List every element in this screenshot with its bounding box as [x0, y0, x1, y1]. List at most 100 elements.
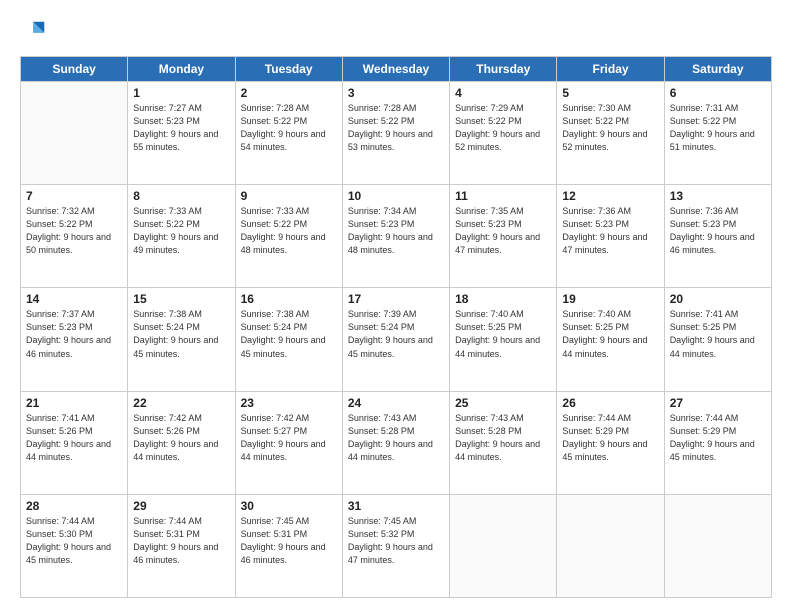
- day-header-wednesday: Wednesday: [342, 57, 449, 82]
- day-number: 11: [455, 189, 551, 203]
- day-number: 1: [133, 86, 229, 100]
- day-cell: 3 Sunrise: 7:28 AM Sunset: 5:22 PM Daylig…: [342, 82, 449, 185]
- cell-info: Sunrise: 7:36 AM Sunset: 5:23 PM Dayligh…: [562, 205, 658, 257]
- day-cell: 22Sunrise: 7:42 AM Sunset: 5:26 PM Dayli…: [128, 391, 235, 494]
- cell-info: Sunrise: 7:29 AM Sunset: 5:22 PM Dayligh…: [455, 102, 551, 154]
- day-cell: 31Sunrise: 7:45 AM Sunset: 5:32 PM Dayli…: [342, 494, 449, 597]
- cell-info: Sunrise: 7:40 AM Sunset: 5:25 PM Dayligh…: [455, 308, 551, 360]
- day-cell: 13 Sunrise: 7:36 AM Sunset: 5:23 PM Dayli…: [664, 185, 771, 288]
- cell-info: Sunrise: 7:33 AM Sunset: 5:22 PM Dayligh…: [133, 205, 229, 257]
- day-number: 23: [241, 396, 337, 410]
- day-number: 28: [26, 499, 122, 513]
- day-number: 20: [670, 292, 766, 306]
- header-row: SundayMondayTuesdayWednesdayThursdayFrid…: [21, 57, 772, 82]
- day-number: 14: [26, 292, 122, 306]
- day-cell: 24 Sunrise: 7:43 AM Sunset: 5:28 PM Dayli…: [342, 391, 449, 494]
- cell-info: Sunrise: 7:44 AM Sunset: 5:29 PM Dayligh…: [562, 412, 658, 464]
- week-row-2: 14Sunrise: 7:37 AM Sunset: 5:23 PM Dayli…: [21, 288, 772, 391]
- cell-info: Sunrise: 7:27 AM Sunset: 5:23 PM Dayligh…: [133, 102, 229, 154]
- day-number: 13: [670, 189, 766, 203]
- day-number: 18: [455, 292, 551, 306]
- day-cell: 4Sunrise: 7:29 AM Sunset: 5:22 PM Daylig…: [450, 82, 557, 185]
- week-row-4: 28Sunrise: 7:44 AM Sunset: 5:30 PM Dayli…: [21, 494, 772, 597]
- day-cell: 16 Sunrise: 7:38 AM Sunset: 5:24 PM Dayli…: [235, 288, 342, 391]
- day-number: 10: [348, 189, 444, 203]
- cell-info: Sunrise: 7:38 AM Sunset: 5:24 PM Dayligh…: [241, 308, 337, 360]
- day-number: 24: [348, 396, 444, 410]
- day-cell: 20 Sunrise: 7:41 AM Sunset: 5:25 PM Dayli…: [664, 288, 771, 391]
- day-header-saturday: Saturday: [664, 57, 771, 82]
- day-cell: 12Sunrise: 7:36 AM Sunset: 5:23 PM Dayli…: [557, 185, 664, 288]
- day-number: 8: [133, 189, 229, 203]
- day-number: 22: [133, 396, 229, 410]
- day-number: 9: [241, 189, 337, 203]
- cell-info: Sunrise: 7:44 AM Sunset: 5:29 PM Dayligh…: [670, 412, 766, 464]
- day-cell: [21, 82, 128, 185]
- day-header-monday: Monday: [128, 57, 235, 82]
- cell-info: Sunrise: 7:28 AM Sunset: 5:22 PM Dayligh…: [241, 102, 337, 154]
- day-cell: 17 Sunrise: 7:39 AM Sunset: 5:24 PM Dayli…: [342, 288, 449, 391]
- cell-info: Sunrise: 7:42 AM Sunset: 5:27 PM Dayligh…: [241, 412, 337, 464]
- cell-info: Sunrise: 7:34 AM Sunset: 5:23 PM Dayligh…: [348, 205, 444, 257]
- day-number: 30: [241, 499, 337, 513]
- day-number: 19: [562, 292, 658, 306]
- cell-info: Sunrise: 7:33 AM Sunset: 5:22 PM Dayligh…: [241, 205, 337, 257]
- header: [20, 18, 772, 46]
- logo-icon: [20, 18, 48, 46]
- day-number: 17: [348, 292, 444, 306]
- day-cell: 2 Sunrise: 7:28 AM Sunset: 5:22 PM Daylig…: [235, 82, 342, 185]
- cell-info: Sunrise: 7:43 AM Sunset: 5:28 PM Dayligh…: [455, 412, 551, 464]
- day-header-friday: Friday: [557, 57, 664, 82]
- day-cell: 11Sunrise: 7:35 AM Sunset: 5:23 PM Dayli…: [450, 185, 557, 288]
- day-cell: [557, 494, 664, 597]
- day-number: 27: [670, 396, 766, 410]
- day-number: 6: [670, 86, 766, 100]
- cell-info: Sunrise: 7:41 AM Sunset: 5:26 PM Dayligh…: [26, 412, 122, 464]
- day-header-tuesday: Tuesday: [235, 57, 342, 82]
- cell-info: Sunrise: 7:36 AM Sunset: 5:23 PM Dayligh…: [670, 205, 766, 257]
- cell-info: Sunrise: 7:45 AM Sunset: 5:32 PM Dayligh…: [348, 515, 444, 567]
- day-cell: [664, 494, 771, 597]
- day-cell: 25 Sunrise: 7:43 AM Sunset: 5:28 PM Dayli…: [450, 391, 557, 494]
- week-row-1: 7 Sunrise: 7:32 AM Sunset: 5:22 PM Daylig…: [21, 185, 772, 288]
- day-cell: 10 Sunrise: 7:34 AM Sunset: 5:23 PM Dayli…: [342, 185, 449, 288]
- cell-info: Sunrise: 7:32 AM Sunset: 5:22 PM Dayligh…: [26, 205, 122, 257]
- day-cell: 5 Sunrise: 7:30 AM Sunset: 5:22 PM Daylig…: [557, 82, 664, 185]
- day-number: 2: [241, 86, 337, 100]
- day-cell: 9 Sunrise: 7:33 AM Sunset: 5:22 PM Daylig…: [235, 185, 342, 288]
- day-number: 16: [241, 292, 337, 306]
- week-row-3: 21 Sunrise: 7:41 AM Sunset: 5:26 PM Dayli…: [21, 391, 772, 494]
- cell-info: Sunrise: 7:41 AM Sunset: 5:25 PM Dayligh…: [670, 308, 766, 360]
- day-cell: 21 Sunrise: 7:41 AM Sunset: 5:26 PM Dayli…: [21, 391, 128, 494]
- day-number: 15: [133, 292, 229, 306]
- day-cell: 7 Sunrise: 7:32 AM Sunset: 5:22 PM Daylig…: [21, 185, 128, 288]
- calendar-table: SundayMondayTuesdayWednesdayThursdayFrid…: [20, 56, 772, 598]
- cell-info: Sunrise: 7:45 AM Sunset: 5:31 PM Dayligh…: [241, 515, 337, 567]
- day-cell: 27 Sunrise: 7:44 AM Sunset: 5:29 PM Dayli…: [664, 391, 771, 494]
- day-number: 3: [348, 86, 444, 100]
- week-row-0: 1 Sunrise: 7:27 AM Sunset: 5:23 PM Daylig…: [21, 82, 772, 185]
- cell-info: Sunrise: 7:30 AM Sunset: 5:22 PM Dayligh…: [562, 102, 658, 154]
- day-cell: 18 Sunrise: 7:40 AM Sunset: 5:25 PM Dayli…: [450, 288, 557, 391]
- day-number: 7: [26, 189, 122, 203]
- cell-info: Sunrise: 7:40 AM Sunset: 5:25 PM Dayligh…: [562, 308, 658, 360]
- day-cell: 23 Sunrise: 7:42 AM Sunset: 5:27 PM Dayli…: [235, 391, 342, 494]
- cell-info: Sunrise: 7:31 AM Sunset: 5:22 PM Dayligh…: [670, 102, 766, 154]
- day-cell: 30 Sunrise: 7:45 AM Sunset: 5:31 PM Dayli…: [235, 494, 342, 597]
- cell-info: Sunrise: 7:43 AM Sunset: 5:28 PM Dayligh…: [348, 412, 444, 464]
- day-header-sunday: Sunday: [21, 57, 128, 82]
- day-number: 29: [133, 499, 229, 513]
- cell-info: Sunrise: 7:38 AM Sunset: 5:24 PM Dayligh…: [133, 308, 229, 360]
- day-number: 21: [26, 396, 122, 410]
- day-cell: [450, 494, 557, 597]
- day-number: 26: [562, 396, 658, 410]
- day-cell: 19 Sunrise: 7:40 AM Sunset: 5:25 PM Dayli…: [557, 288, 664, 391]
- cell-info: Sunrise: 7:28 AM Sunset: 5:22 PM Dayligh…: [348, 102, 444, 154]
- day-cell: 6 Sunrise: 7:31 AM Sunset: 5:22 PM Daylig…: [664, 82, 771, 185]
- day-cell: 14Sunrise: 7:37 AM Sunset: 5:23 PM Dayli…: [21, 288, 128, 391]
- cell-info: Sunrise: 7:44 AM Sunset: 5:31 PM Dayligh…: [133, 515, 229, 567]
- cell-info: Sunrise: 7:39 AM Sunset: 5:24 PM Dayligh…: [348, 308, 444, 360]
- day-cell: 8 Sunrise: 7:33 AM Sunset: 5:22 PM Daylig…: [128, 185, 235, 288]
- day-number: 5: [562, 86, 658, 100]
- day-number: 25: [455, 396, 551, 410]
